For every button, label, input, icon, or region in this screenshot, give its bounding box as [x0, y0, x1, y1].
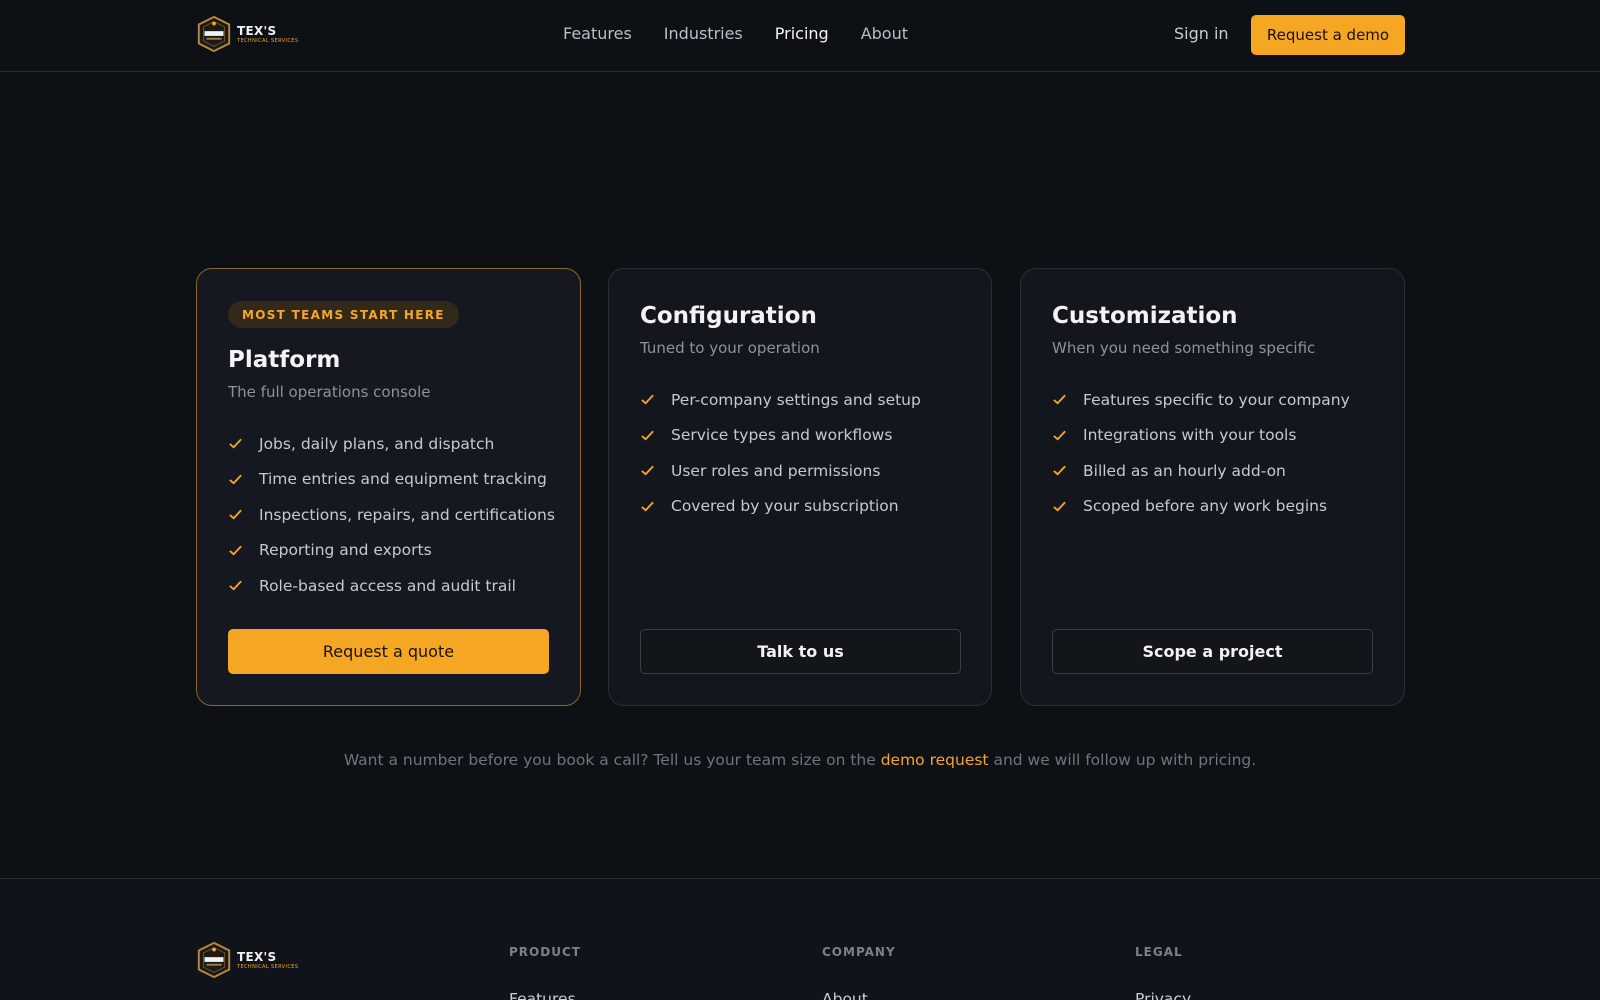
main-nav: Features Industries Pricing About — [563, 24, 908, 43]
list-item: Features specific to your company — [1052, 382, 1350, 418]
list-item: Integrations with your tools — [1052, 418, 1350, 454]
footer-column-product: PRODUCT Features — [509, 945, 581, 1000]
request-quote-button[interactable]: Request a quote — [228, 629, 549, 674]
plan-title: Configuration — [640, 303, 817, 329]
shield-logo-icon — [197, 941, 231, 979]
list-item: Per-company settings and setup — [640, 382, 921, 418]
brand-tagline: TECHNICAL SERVICES — [237, 963, 299, 970]
demo-request-link[interactable]: demo request — [881, 751, 989, 769]
check-icon — [641, 394, 654, 405]
feature-text: Inspections, repairs, and certifications — [259, 505, 555, 524]
nav-features[interactable]: Features — [563, 24, 632, 43]
nav-pricing[interactable]: Pricing — [775, 24, 829, 43]
feature-text: Service types and workflows — [671, 426, 893, 445]
check-icon — [229, 545, 242, 556]
nav-about[interactable]: About — [861, 24, 908, 43]
footer-heading: PRODUCT — [509, 945, 581, 959]
feature-text: Covered by your subscription — [671, 497, 899, 516]
feature-text: Features specific to your company — [1083, 390, 1350, 409]
check-icon — [1053, 465, 1066, 476]
check-icon — [229, 474, 242, 485]
footer-link-about[interactable]: About — [822, 990, 868, 1000]
plan-subtitle: The full operations console — [228, 383, 431, 401]
list-item: Scoped before any work begins — [1052, 489, 1350, 525]
list-item: Jobs, daily plans, and dispatch — [228, 426, 555, 462]
request-demo-button[interactable]: Request a demo — [1251, 15, 1405, 55]
site-header: TEX'S TECHNICAL SERVICES Features Indust… — [0, 0, 1600, 72]
plan-title: Customization — [1052, 303, 1238, 329]
note-text: Want a number before you book a call? Te… — [343, 751, 881, 769]
site-footer: TEX'S TECHNICAL SERVICES PRODUCT Feature… — [0, 878, 1600, 1000]
feature-text: Per-company settings and setup — [671, 390, 921, 409]
brand-name: TEX'S — [237, 23, 277, 38]
plan-subtitle: When you need something specific — [1052, 339, 1316, 357]
feature-text: Jobs, daily plans, and dispatch — [259, 434, 495, 453]
feature-list: Per-company settings and setup Service t… — [640, 382, 921, 524]
list-item: Covered by your subscription — [640, 489, 921, 525]
brand-tagline: TECHNICAL SERVICES — [237, 37, 299, 44]
feature-text: Billed as an hourly add-on — [1083, 461, 1286, 480]
check-icon — [1053, 430, 1066, 441]
check-icon — [229, 580, 242, 591]
brand-name: TEX'S — [237, 949, 277, 964]
recommended-badge: MOST TEAMS START HERE — [228, 301, 459, 328]
pricing-note: Want a number before you book a call? Te… — [0, 751, 1600, 769]
plan-card-platform: MOST TEAMS START HERE Platform The full … — [196, 268, 581, 706]
feature-text: Time entries and equipment tracking — [259, 470, 547, 489]
shield-logo-icon — [197, 15, 231, 53]
brand-logo[interactable]: TEX'S TECHNICAL SERVICES — [195, 15, 298, 53]
sign-in-link[interactable]: Sign in — [1174, 24, 1229, 43]
check-icon — [229, 438, 242, 449]
talk-to-us-button[interactable]: Talk to us — [640, 629, 961, 674]
scope-project-button[interactable]: Scope a project — [1052, 629, 1373, 674]
feature-text: Integrations with your tools — [1083, 426, 1297, 445]
list-item: User roles and permissions — [640, 453, 921, 489]
check-icon — [641, 430, 654, 441]
feature-text: Reporting and exports — [259, 541, 432, 560]
note-text: and we will follow up with pricing. — [988, 751, 1257, 769]
nav-industries[interactable]: Industries — [664, 24, 743, 43]
check-icon — [229, 509, 242, 520]
plan-card-customization: Customization When you need something sp… — [1020, 268, 1405, 706]
feature-text: Scoped before any work begins — [1083, 497, 1328, 516]
footer-column-legal: LEGAL Privacy — [1135, 945, 1191, 1000]
list-item: Time entries and equipment tracking — [228, 462, 555, 498]
check-icon — [1053, 501, 1066, 512]
list-item: Billed as an hourly add-on — [1052, 453, 1350, 489]
list-item: Role-based access and audit trail — [228, 568, 555, 604]
footer-brand-logo[interactable]: TEX'S TECHNICAL SERVICES — [195, 941, 298, 979]
check-icon — [1053, 394, 1066, 405]
feature-text: Role-based access and audit trail — [259, 576, 516, 595]
footer-link-privacy[interactable]: Privacy — [1135, 990, 1191, 1000]
footer-heading: LEGAL — [1135, 945, 1183, 959]
list-item: Inspections, repairs, and certifications — [228, 497, 555, 533]
plan-title: Platform — [228, 347, 341, 373]
footer-column-company: COMPANY About — [822, 945, 896, 1000]
footer-link-features[interactable]: Features — [509, 990, 576, 1000]
plan-card-configuration: Configuration Tuned to your operation Pe… — [608, 268, 992, 706]
check-icon — [641, 501, 654, 512]
feature-list: Features specific to your company Integr… — [1052, 382, 1350, 524]
feature-list: Jobs, daily plans, and dispatch Time ent… — [228, 426, 555, 604]
check-icon — [641, 465, 654, 476]
list-item: Reporting and exports — [228, 533, 555, 569]
feature-text: User roles and permissions — [671, 461, 881, 480]
plan-subtitle: Tuned to your operation — [640, 339, 820, 357]
list-item: Service types and workflows — [640, 418, 921, 454]
footer-heading: COMPANY — [822, 945, 896, 959]
